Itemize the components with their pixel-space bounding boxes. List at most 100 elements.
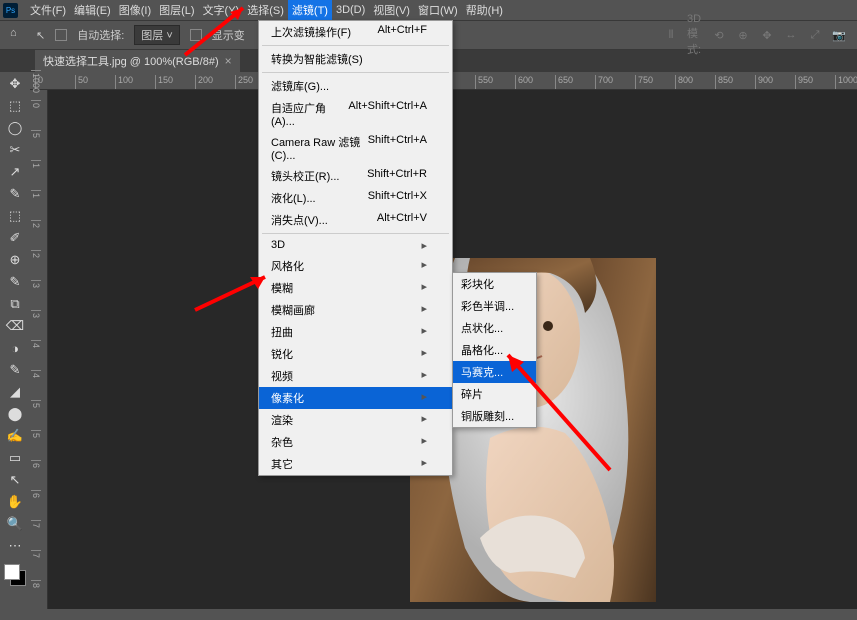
menu-file[interactable]: 文件(F) [26, 0, 70, 21]
menu-help[interactable]: 帮助(H) [462, 0, 507, 21]
3d-pan-icon[interactable]: ✥ [759, 27, 775, 43]
menu-item-label: 镜头校正(R)... [271, 168, 339, 184]
filter-menu-item[interactable]: 上次滤镜操作(F)Alt+Ctrl+F [259, 21, 452, 43]
filter-menu-item[interactable]: 消失点(V)... Alt+Ctrl+V [259, 209, 452, 231]
ruler-tick: 700 [595, 75, 613, 90]
auto-select-checkbox[interactable] [55, 29, 67, 41]
menu-item-label: 像素化 [271, 390, 304, 406]
auto-select-label: 自动选择: [77, 27, 124, 43]
3d-roll-icon[interactable]: ⊕ [735, 27, 751, 43]
submenu-item[interactable]: 彩色半调... [453, 295, 536, 317]
3d-camera-icon[interactable]: 📷 [831, 27, 847, 43]
tool-6[interactable]: ⬚ [3, 206, 27, 226]
menu-3d[interactable]: 3D(D) [332, 1, 369, 19]
tool-19[interactable]: ✋ [3, 492, 27, 512]
filter-menu-item[interactable]: 杂色▸ [259, 431, 452, 453]
filter-menu-item[interactable]: 模糊▸ [259, 277, 452, 299]
filter-menu-item[interactable]: 渲染 ▸ [259, 409, 452, 431]
menubar: Ps 文件(F) 编辑(E) 图像(I) 图层(L) 文字(Y) 选择(S) 滤… [0, 0, 857, 20]
ruler-tick: 750 [635, 75, 653, 90]
menu-item-label: 转换为智能滤镜(S) [271, 51, 363, 67]
filter-menu-item[interactable]: 其它 ▸ [259, 453, 452, 475]
tool-4[interactable]: ↗ [3, 162, 27, 182]
menu-item-label: Camera Raw 滤镜(C)... [271, 134, 368, 162]
tool-8[interactable]: ⊕ [3, 250, 27, 270]
menu-view[interactable]: 视图(V) [369, 0, 414, 21]
menu-shortcut: Shift+Ctrl+R [367, 168, 427, 184]
3d-mode-label: 3D 模式: [687, 27, 703, 43]
menu-item-label: 消失点(V)... [271, 212, 328, 228]
menu-item-label: 渲染 [271, 412, 293, 428]
ruler-tick: 650 [555, 75, 573, 90]
menu-shortcut: Alt+Ctrl+V [377, 212, 427, 228]
3d-scale-icon[interactable]: ⤢ [807, 27, 823, 43]
filter-menu-item[interactable]: 风格化▸ [259, 255, 452, 277]
filter-menu-item[interactable]: 模糊画廊▸ [259, 299, 452, 321]
submenu-arrow-icon: ▸ [421, 239, 427, 252]
auto-select-dropdown[interactable]: 图层 ˅ [134, 25, 179, 45]
tool-11[interactable]: ⌫ [3, 316, 27, 336]
submenu-item[interactable]: 点状化... [453, 317, 536, 339]
submenu-item[interactable]: 彩块化 [453, 273, 536, 295]
filter-menu-item[interactable]: 锐化▸ [259, 343, 452, 365]
tool-18[interactable]: ↖ [3, 470, 27, 490]
tool-13[interactable]: ✎ [3, 360, 27, 380]
filter-menu-item[interactable]: 视频 ▸ [259, 365, 452, 387]
submenu-arrow-icon: ▸ [421, 368, 427, 384]
filter-menu: 上次滤镜操作(F)Alt+Ctrl+F转换为智能滤镜(S)滤镜库(G)...自适… [258, 20, 453, 476]
ruler-tick: 950 [795, 75, 813, 90]
filter-menu-item[interactable]: 镜头校正(R)... Shift+Ctrl+R [259, 165, 452, 187]
tool-14[interactable]: ◢ [3, 382, 27, 402]
filter-menu-item[interactable]: 液化(L)...Shift+Ctrl+X [259, 187, 452, 209]
submenu-arrow-icon: ▸ [421, 456, 427, 472]
menu-item-label: 扭曲 [271, 324, 293, 340]
menu-item-label: 视频 [271, 368, 293, 384]
filter-menu-item[interactable]: 滤镜库(G)... [259, 75, 452, 97]
menu-shortcut: Alt+Ctrl+F [377, 24, 427, 40]
tool-21[interactable]: ⋯ [3, 536, 27, 556]
color-swatches[interactable] [4, 564, 26, 586]
tool-preset-icon[interactable]: ↖ [36, 29, 45, 42]
tool-5[interactable]: ✎ [3, 184, 27, 204]
submenu-arrow-icon: ▸ [421, 258, 427, 274]
submenu-arrow-icon: ▸ [421, 302, 427, 318]
filter-menu-item[interactable]: 3D▸ [259, 236, 452, 255]
align-icon[interactable]: ⫴ [663, 27, 679, 43]
filter-menu-item[interactable]: 自适应广角(A)...Alt+Shift+Ctrl+A [259, 97, 452, 131]
menu-item-label: 自适应广角(A)... [271, 100, 348, 128]
tool-16[interactable]: ✍ [3, 426, 27, 446]
filter-menu-item[interactable]: 转换为智能滤镜(S) [259, 48, 452, 70]
tool-1[interactable]: ⬚ [3, 96, 27, 116]
tool-17[interactable]: ▭ [3, 448, 27, 468]
tool-3[interactable]: ✂ [3, 140, 27, 160]
menu-item-label: 其它 [271, 456, 293, 472]
menu-shortcut: Alt+Shift+Ctrl+A [348, 100, 427, 128]
menu-edit[interactable]: 编辑(E) [70, 0, 115, 21]
filter-menu-item[interactable]: 像素化 ▸ [259, 387, 452, 409]
submenu-arrow-icon: ▸ [421, 412, 427, 428]
filter-menu-item[interactable]: 扭曲▸ [259, 321, 452, 343]
ruler-tick: 900 [755, 75, 773, 90]
3d-orbit-icon[interactable]: ⟲ [711, 27, 727, 43]
ruler-vertical: 100005112233445566778 [30, 90, 48, 609]
tool-10[interactable]: ⧉ [3, 294, 27, 314]
ruler-tick: 600 [515, 75, 533, 90]
tool-20[interactable]: 🔍 [3, 514, 27, 534]
menu-window[interactable]: 窗口(W) [414, 0, 462, 21]
tool-7[interactable]: ✐ [3, 228, 27, 248]
submenu-arrow-icon: ▸ [421, 390, 427, 406]
home-icon[interactable]: ⌂ [10, 27, 26, 43]
tool-2[interactable]: ◯ [3, 118, 27, 138]
3d-slide-icon[interactable]: ↔ [783, 27, 799, 43]
menu-image[interactable]: 图像(I) [115, 0, 155, 21]
tool-12[interactable]: ◑ [3, 338, 27, 358]
filter-menu-item[interactable]: Camera Raw 滤镜(C)...Shift+Ctrl+A [259, 131, 452, 165]
menu-filter[interactable]: 滤镜(T) [288, 0, 332, 21]
ruler-tick: 550 [475, 75, 493, 90]
tool-9[interactable]: ✎ [3, 272, 27, 292]
tool-15[interactable]: ⬤ [3, 404, 27, 424]
submenu-arrow-icon: ▸ [421, 346, 427, 362]
tool-0[interactable]: ✥ [3, 74, 27, 94]
ruler-tick: 1000 [835, 75, 857, 90]
submenu-arrow-icon: ▸ [421, 434, 427, 450]
